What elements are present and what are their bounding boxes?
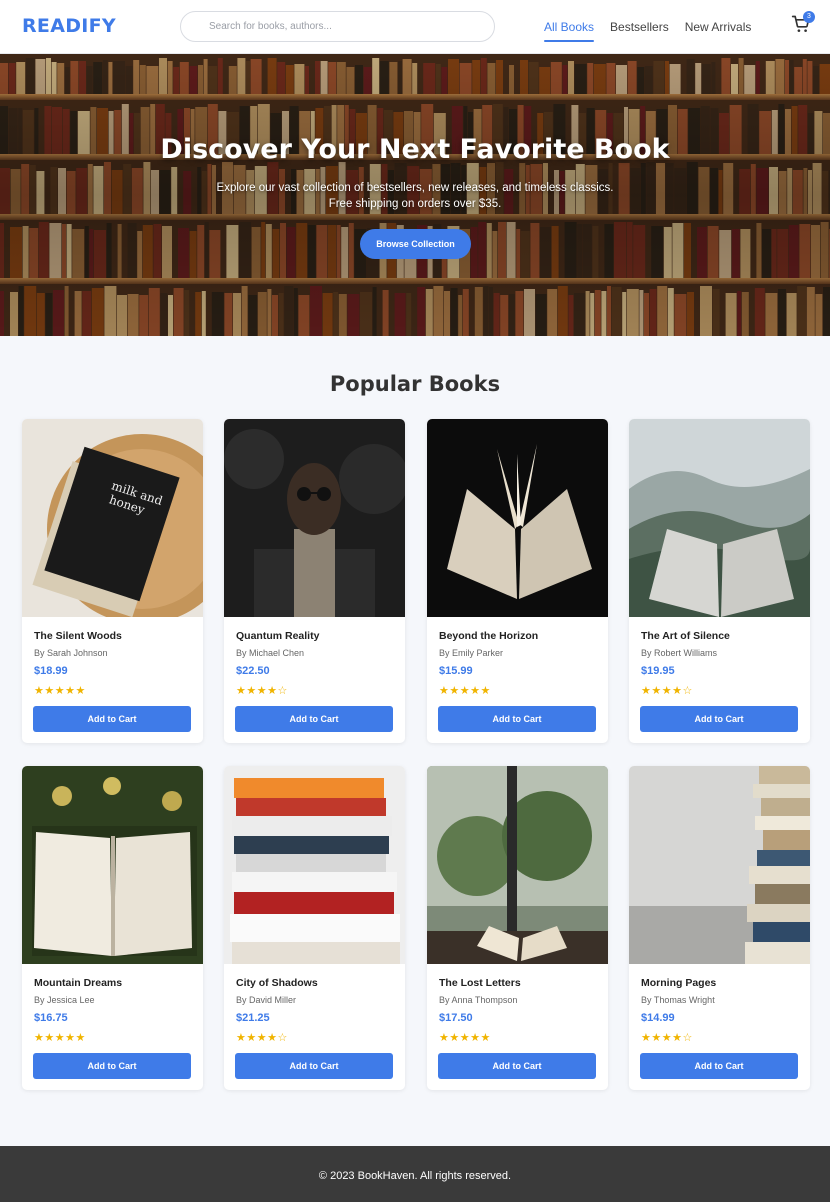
book-card[interactable]: Quantum Reality By Michael Chen $22.50 ★★★★… (224, 419, 405, 743)
book-author: By Anna Thompson (439, 995, 518, 1005)
book-title[interactable]: The Lost Letters (439, 977, 521, 989)
search-box[interactable] (180, 11, 495, 42)
book-cover-image[interactable] (224, 766, 405, 964)
nav-all-books[interactable]: All Books (544, 0, 595, 54)
footer: © 2023 BookHaven. All rights reserved. (0, 1146, 830, 1202)
book-title[interactable]: Morning Pages (641, 977, 716, 989)
book-card[interactable]: Mountain Dreams By Jessica Lee $16.75 ★★★★★… (22, 766, 203, 1090)
book-price: $19.95 (641, 665, 675, 677)
rating-stars: ★★★★☆ (236, 1031, 288, 1044)
add-to-cart-button[interactable]: Add to Cart (438, 1053, 596, 1079)
cart-button[interactable]: 3 (791, 11, 815, 36)
book-author: By Sarah Johnson (34, 648, 108, 658)
book-cover-image[interactable] (224, 419, 405, 617)
book-price: $14.99 (641, 1012, 675, 1024)
book-title[interactable]: The Silent Woods (34, 630, 122, 642)
book-title[interactable]: City of Shadows (236, 977, 318, 989)
book-cover-image[interactable] (427, 766, 608, 964)
search-input[interactable] (181, 12, 494, 41)
book-card[interactable]: Morning Pages By Thomas Wright $14.99 ★★★★☆… (629, 766, 810, 1090)
book-price: $17.50 (439, 1012, 473, 1024)
book-author: By David Miller (236, 995, 297, 1005)
book-author: By Thomas Wright (641, 995, 715, 1005)
add-to-cart-button[interactable]: Add to Cart (640, 1053, 798, 1079)
book-author: By Jessica Lee (34, 995, 95, 1005)
browse-collection-button[interactable]: Browse Collection (360, 229, 471, 259)
rating-stars: ★★★★☆ (236, 684, 288, 697)
book-card[interactable]: City of Shadows By David Miller $21.25 ★★★★… (224, 766, 405, 1090)
book-card[interactable]: The Lost Letters By Anna Thompson $17.50 ★★… (427, 766, 608, 1090)
book-card[interactable]: milk and honey The Silent Woods By Sarah Jo… (22, 419, 203, 743)
add-to-cart-button[interactable]: Add to Cart (640, 706, 798, 732)
book-card[interactable]: Beyond the Horizon By Emily Parker $15.99 ★… (427, 419, 608, 743)
add-to-cart-button[interactable]: Add to Cart (438, 706, 596, 732)
add-to-cart-button[interactable]: Add to Cart (235, 1053, 393, 1079)
rating-stars: ★★★★★ (34, 684, 86, 697)
book-price: $16.75 (34, 1012, 68, 1024)
book-cover-image[interactable]: milk andhoney (22, 419, 203, 617)
book-cover-image[interactable] (629, 766, 810, 964)
book-cover-image[interactable] (22, 766, 203, 964)
hero-shipping-note: Free shipping on orders over $35. (328, 198, 502, 210)
copyright-text: © 2023 BookHaven. All rights reserved. (318, 1170, 512, 1182)
hero-subtitle: Explore our vast collection of bestselle… (216, 182, 614, 194)
book-title[interactable]: The Art of Silence (641, 630, 730, 642)
rating-stars: ★★★★★ (439, 1031, 491, 1044)
add-to-cart-button[interactable]: Add to Cart (33, 706, 191, 732)
book-price: $15.99 (439, 665, 473, 677)
book-title[interactable]: Quantum Reality (236, 630, 319, 642)
rating-stars: ★★★★☆ (641, 1031, 693, 1044)
book-price: $18.99 (34, 665, 68, 677)
book-price: $21.25 (236, 1012, 270, 1024)
rating-stars: ★★★★★ (34, 1031, 86, 1044)
bookshelf-image (0, 54, 830, 336)
book-cover-image[interactable] (629, 419, 810, 617)
logo[interactable]: READIFY (22, 15, 116, 37)
rating-stars: ★★★★★ (439, 684, 491, 697)
top-navbar: READIFY All Books Bestsellers New Arriva… (0, 0, 830, 54)
book-author: By Emily Parker (439, 648, 504, 658)
add-to-cart-button[interactable]: Add to Cart (235, 706, 393, 732)
book-cover-image[interactable] (427, 419, 608, 617)
main-nav: All Books Bestsellers New Arrivals (544, 0, 751, 54)
book-card[interactable]: The Art of Silence By Robert Williams $19.… (629, 419, 810, 743)
section-title: Popular Books (329, 372, 501, 396)
add-to-cart-button[interactable]: Add to Cart (33, 1053, 191, 1079)
book-price: $22.50 (236, 665, 270, 677)
book-title[interactable]: Beyond the Horizon (439, 630, 538, 642)
hero-banner: Discover Your Next Favorite Book Explore… (0, 54, 830, 336)
nav-new-arrivals[interactable]: New Arrivals (685, 0, 752, 54)
book-author: By Michael Chen (236, 648, 305, 658)
book-author: By Robert Williams (641, 648, 718, 658)
book-title[interactable]: Mountain Dreams (34, 977, 122, 989)
cart-count-badge: 3 (803, 11, 815, 23)
nav-bestsellers[interactable]: Bestsellers (610, 0, 669, 54)
hero-title: Discover Your Next Favorite Book (160, 134, 670, 165)
rating-stars: ★★★★☆ (641, 684, 693, 697)
